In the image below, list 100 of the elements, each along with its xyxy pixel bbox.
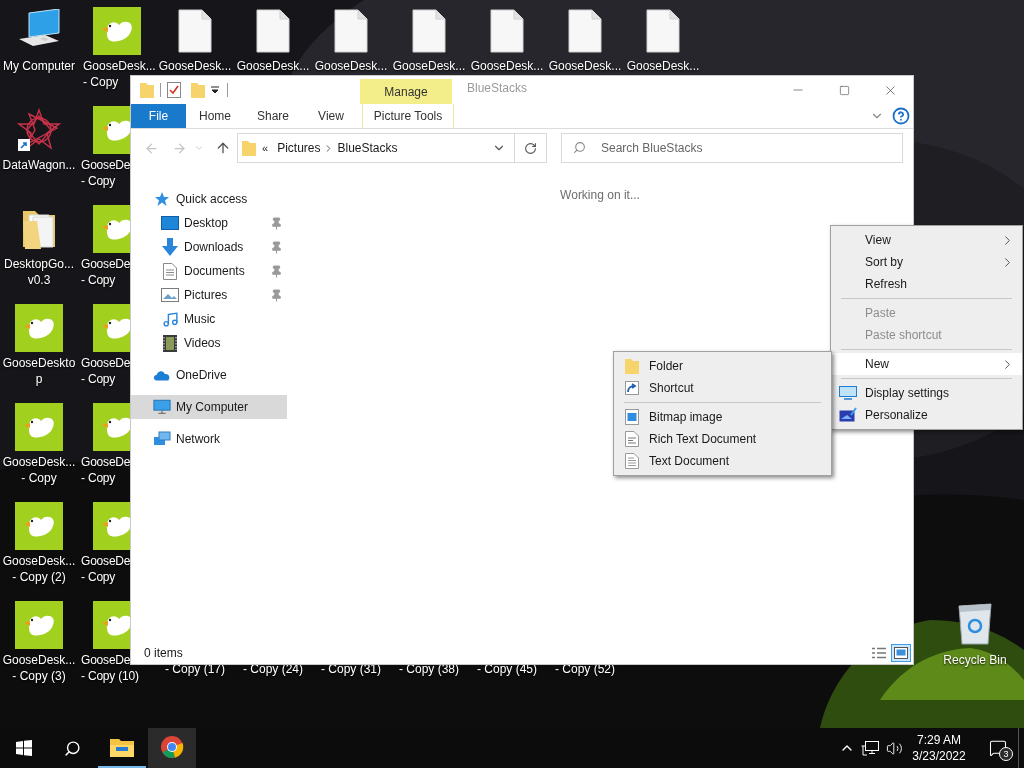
ribbon-tab[interactable]: Home bbox=[186, 104, 244, 128]
notification-count: 3 bbox=[999, 747, 1013, 761]
folder-icon bbox=[624, 358, 639, 374]
document-icon[interactable] bbox=[334, 9, 368, 53]
refresh-icon bbox=[524, 141, 537, 155]
star-icon bbox=[154, 191, 170, 207]
menu-item[interactable]: Sort by bbox=[831, 251, 1022, 273]
monitor-icon bbox=[153, 399, 171, 415]
icon-label: GooseDesk... - Copy (3) bbox=[2, 652, 76, 684]
clock[interactable]: 7:29 AM 3/23/2022 bbox=[906, 728, 972, 768]
menu-item[interactable]: Refresh bbox=[831, 273, 1022, 295]
notifications-button[interactable]: 3 bbox=[978, 728, 1018, 768]
monitor-icon bbox=[839, 386, 857, 400]
ribbon-tab[interactable]: Share bbox=[244, 104, 302, 128]
menu-item[interactable]: Rich Text Document bbox=[614, 428, 831, 450]
search-icon bbox=[573, 141, 586, 154]
wired-network-icon bbox=[861, 740, 879, 756]
window-title: BlueStacks bbox=[467, 80, 529, 97]
menu-item[interactable]: Folder bbox=[614, 355, 831, 377]
icon-label: GooseDe - Copy bbox=[81, 256, 131, 288]
ribbon-tab[interactable]: Picture Tools bbox=[362, 104, 454, 128]
personalize-icon bbox=[839, 407, 857, 423]
taskbar-app[interactable] bbox=[148, 728, 196, 768]
film-icon bbox=[163, 334, 177, 352]
icon-label: GooseDeskto p bbox=[2, 355, 76, 387]
icon-label: GooseDesk... - Copy bbox=[2, 454, 76, 486]
document-icon[interactable] bbox=[412, 9, 446, 53]
nav-item[interactable]: Quick access bbox=[131, 187, 287, 211]
nav-item[interactable]: My Computer bbox=[131, 395, 287, 419]
document-icon bbox=[163, 262, 177, 280]
icon-label: - Copy (45) bbox=[477, 661, 537, 677]
icon-label: - Copy (52) bbox=[555, 661, 615, 677]
browser-icon bbox=[160, 735, 184, 759]
picture-icon bbox=[161, 288, 179, 302]
document-icon[interactable] bbox=[256, 9, 290, 53]
folder-icon bbox=[242, 140, 256, 156]
icon-label: GooseDesk... bbox=[548, 58, 622, 74]
icon-label: DataWagon... bbox=[2, 157, 76, 173]
icon-label: GooseDesk... - Copy (2) bbox=[2, 553, 76, 585]
menu-item[interactable]: Shortcut bbox=[614, 377, 831, 399]
tab-group-label: Manage bbox=[360, 79, 452, 104]
starburst-shortcut-icon[interactable] bbox=[17, 108, 61, 152]
nav-item[interactable]: Music bbox=[131, 307, 287, 331]
icon-label: GooseDe - Copy bbox=[81, 157, 131, 189]
menu-item[interactable]: New bbox=[831, 353, 1022, 375]
document-icon[interactable] bbox=[178, 9, 212, 53]
windows-logo-icon bbox=[16, 740, 32, 756]
ribbon-tab[interactable]: View bbox=[302, 104, 360, 128]
nav-item[interactable]: Pictures bbox=[131, 283, 287, 307]
shortcut-icon bbox=[624, 381, 639, 395]
nav-item[interactable]: OneDrive bbox=[131, 363, 287, 387]
icon-label: GooseDesk... bbox=[236, 58, 310, 74]
search-field[interactable]: Search BlueStacks bbox=[561, 133, 903, 163]
breadcrumb[interactable]: Pictures bbox=[277, 139, 321, 157]
icon-label: GooseDesk... bbox=[392, 58, 466, 74]
notification-icon bbox=[989, 739, 1007, 757]
nav-item[interactable]: Network bbox=[131, 427, 287, 451]
icon-label: GooseDesk... bbox=[158, 58, 232, 74]
search-icon bbox=[63, 739, 81, 757]
desktop-icon bbox=[161, 216, 179, 230]
icon-label: DesktopGo... v0.3 bbox=[4, 256, 74, 288]
properties-icon[interactable] bbox=[167, 82, 181, 98]
cloud-icon bbox=[153, 369, 171, 381]
document-icon[interactable] bbox=[568, 9, 602, 53]
image-icon bbox=[624, 409, 639, 425]
refresh-button[interactable] bbox=[515, 133, 547, 163]
breadcrumb[interactable]: BlueStacks bbox=[337, 139, 398, 157]
large-icons-view-button[interactable] bbox=[891, 644, 911, 662]
nav-item[interactable]: Downloads bbox=[131, 235, 287, 259]
music-note-icon bbox=[161, 310, 179, 328]
breadcrumb-overflow[interactable]: « bbox=[262, 139, 269, 157]
menu-item[interactable]: Bitmap image bbox=[614, 406, 831, 428]
nav-item[interactable]: Videos bbox=[131, 331, 287, 355]
caret-icon bbox=[194, 143, 204, 153]
maximize-icon bbox=[838, 84, 850, 96]
nav-item[interactable]: Desktop bbox=[131, 211, 287, 235]
icon-label: - Copy (38) bbox=[399, 661, 459, 677]
icon-label: GooseDesk... bbox=[470, 58, 544, 74]
help-icon[interactable] bbox=[892, 107, 910, 125]
large-icons-icon bbox=[894, 647, 908, 659]
status-message: Working on it... bbox=[560, 187, 640, 202]
document-icon bbox=[624, 431, 639, 447]
network-icon bbox=[153, 431, 171, 447]
recycle-bin-icon[interactable] bbox=[955, 600, 995, 646]
forward-arrow-icon bbox=[171, 140, 187, 156]
icon-label: Recycle Bin bbox=[943, 652, 1007, 668]
nav-item[interactable]: Documents bbox=[131, 259, 287, 283]
folder-icon bbox=[191, 82, 205, 98]
address-bar[interactable]: « Pictures BlueStacks bbox=[237, 133, 515, 163]
menu-item[interactable]: Text Document bbox=[614, 450, 831, 472]
speaker-icon bbox=[885, 739, 903, 757]
menu-item[interactable]: Display settings bbox=[831, 382, 1022, 404]
icon-label: - Copy (31) bbox=[321, 661, 381, 677]
menu-item[interactable]: View bbox=[831, 229, 1022, 251]
ribbon-tab[interactable]: File bbox=[131, 104, 186, 128]
icon-label: GooseDesk... bbox=[314, 58, 388, 74]
document-icon[interactable] bbox=[646, 9, 680, 53]
document-icon[interactable] bbox=[490, 9, 524, 53]
customize-caret-icon[interactable] bbox=[211, 86, 219, 94]
icon-label: GooseDesk... bbox=[626, 58, 700, 74]
